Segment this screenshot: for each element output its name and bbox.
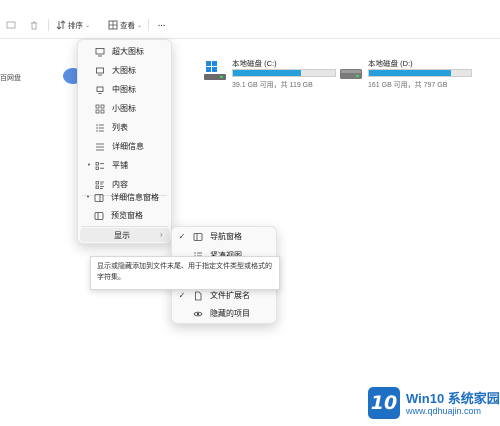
drive-usage-fill (233, 70, 302, 76)
menu-item-list[interactable]: 列表 (84, 118, 128, 137)
chevron-right-icon: › (160, 230, 163, 239)
sort-label: 排序 (68, 20, 83, 30)
menu-item-label: 平铺 (112, 161, 128, 170)
menu-item-label: 中图标 (112, 85, 136, 94)
logo-url: www.qdhuajin.com (406, 406, 482, 416)
grid-icon (94, 103, 106, 115)
rename-icon (6, 20, 16, 30)
menu-item-label: 导航窗格 (210, 232, 242, 241)
file-icon (192, 290, 204, 302)
menu-item-tiles[interactable]: • 平铺 (84, 156, 128, 175)
drive-usage-bar (368, 69, 472, 77)
rename-button[interactable] (6, 18, 16, 32)
monitor-icon (94, 46, 106, 58)
more-options-button[interactable]: ··· (158, 18, 166, 32)
submenu-item-hidden-items[interactable]: 隐藏的项目 (176, 304, 250, 323)
checkmark-icon: ✓ (178, 291, 186, 300)
drive-d[interactable]: 本地磁盘 (D:) 161 GB 可用，共 797 GB (340, 58, 480, 92)
eye-icon (192, 308, 204, 320)
sort-button[interactable]: 排序 ⌄ (56, 18, 90, 32)
navigation-pane-icon (192, 231, 204, 243)
details-icon (94, 141, 106, 153)
monitor-icon (94, 65, 106, 77)
tiles-icon (94, 160, 106, 172)
chevron-down-icon: ⌄ (137, 22, 143, 29)
view-icon (108, 20, 118, 30)
menu-item-label: 超大图标 (112, 47, 144, 56)
menu-item-details-pane[interactable]: • 详细信息窗格 (83, 188, 159, 207)
menu-item-extra-large-icons[interactable]: 超大图标 (84, 42, 144, 61)
command-bar: 排序 ⌄ 查看 ⌄ ··· (0, 14, 500, 36)
chevron-down-icon: ⌄ (85, 22, 91, 29)
menu-item-label: 小图标 (112, 104, 136, 113)
submenu-item-file-extensions[interactable]: ✓ 文件扩展名 (176, 286, 250, 305)
preview-pane-icon (93, 210, 105, 222)
delete-button[interactable] (29, 18, 39, 32)
menu-item-small-icons[interactable]: 小图标 (84, 99, 136, 118)
list-icon (94, 122, 106, 134)
hard-drive-icon (340, 69, 362, 79)
sidebar-item-cloud-drive[interactable]: 百网盘 (0, 73, 21, 83)
monitor-icon (94, 84, 106, 96)
drive-name: 本地磁盘 (D:) (368, 59, 413, 68)
menu-item-label: 详细信息 (112, 142, 144, 151)
sort-icon (56, 20, 66, 30)
selected-bullet-icon: • (86, 194, 90, 201)
drive-capacity: 39.1 GB 可用，共 119 GB (232, 82, 313, 89)
menu-item-show-label: 显示 (114, 231, 130, 240)
view-label: 查看 (120, 20, 135, 30)
drive-c[interactable]: 本地磁盘 (C:) 39.1 GB 可用，共 119 GB (204, 58, 344, 92)
menu-item-preview-pane[interactable]: 预览窗格 (83, 206, 143, 225)
selected-bullet-icon: • (87, 162, 91, 169)
drive-name: 本地磁盘 (C:) (232, 59, 277, 68)
title-bar-fragment (0, 0, 500, 8)
details-pane-icon (93, 192, 105, 204)
tooltip: 显示或隐藏添加到文件末尾、用于指定文件类型或格式的字符集。 (90, 256, 280, 290)
menu-item-label: 预览窗格 (111, 211, 143, 220)
win10-badge: 10 (368, 387, 400, 419)
menu-item-label: 大图标 (112, 66, 136, 75)
drive-capacity: 161 GB 可用，共 797 GB (368, 82, 448, 89)
trash-icon (29, 20, 39, 30)
toolbar-divider (148, 19, 149, 31)
checkmark-icon: ✓ (178, 232, 186, 241)
submenu-item-navigation-pane[interactable]: ✓ 导航窗格 (176, 227, 242, 246)
drive-usage-bar (232, 69, 336, 77)
windows-drive-icon (204, 61, 226, 80)
menu-item-medium-icons[interactable]: 中图标 (84, 80, 136, 99)
logo-title: Win10 系统家园 (406, 391, 500, 406)
menu-item-label: 隐藏的项目 (210, 309, 250, 318)
menu-item-label: 列表 (112, 123, 128, 132)
view-button[interactable]: 查看 ⌄ (108, 18, 142, 32)
menu-item-label: 详细信息窗格 (111, 193, 159, 202)
menu-item-details[interactable]: 详细信息 (84, 137, 144, 156)
watermark-logo: 10 Win10 系统家园 www.qdhuajin.com (368, 387, 500, 425)
drive-usage-fill (369, 70, 451, 76)
toolbar-divider-line (0, 38, 500, 39)
menu-item-label: 文件扩展名 (210, 291, 250, 300)
toolbar-divider (48, 19, 49, 31)
menu-item-large-icons[interactable]: 大图标 (84, 61, 136, 80)
